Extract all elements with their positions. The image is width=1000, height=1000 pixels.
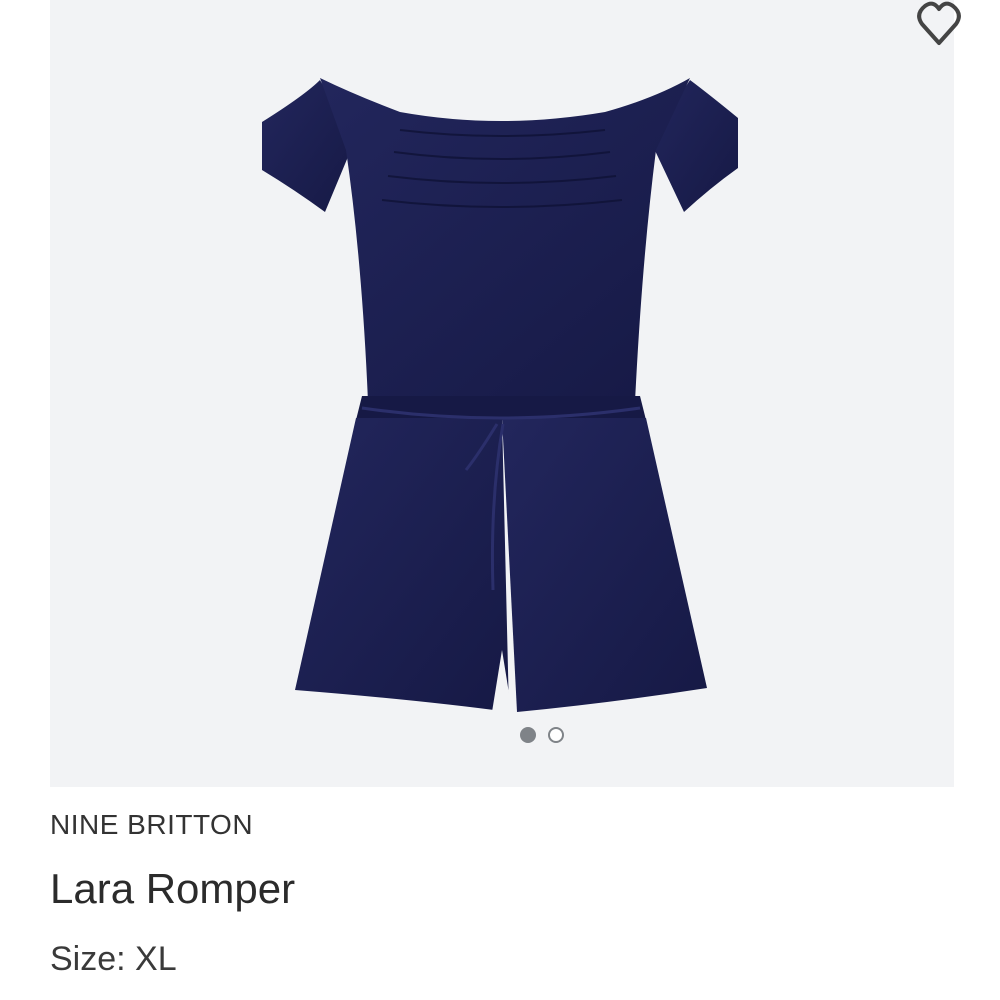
product-image-panel[interactable] [50,0,961,787]
product-size: Size: XL [50,940,177,978]
carousel-pagination [520,724,576,746]
carousel-dot-2[interactable] [548,727,564,743]
product-name: Lara Romper [50,865,296,912]
product-image [262,78,738,714]
brand-name: NINE BRITTON [50,809,254,840]
favorite-button[interactable] [908,0,970,50]
carousel-dot-1[interactable] [520,727,536,743]
heart-icon [917,1,961,45]
